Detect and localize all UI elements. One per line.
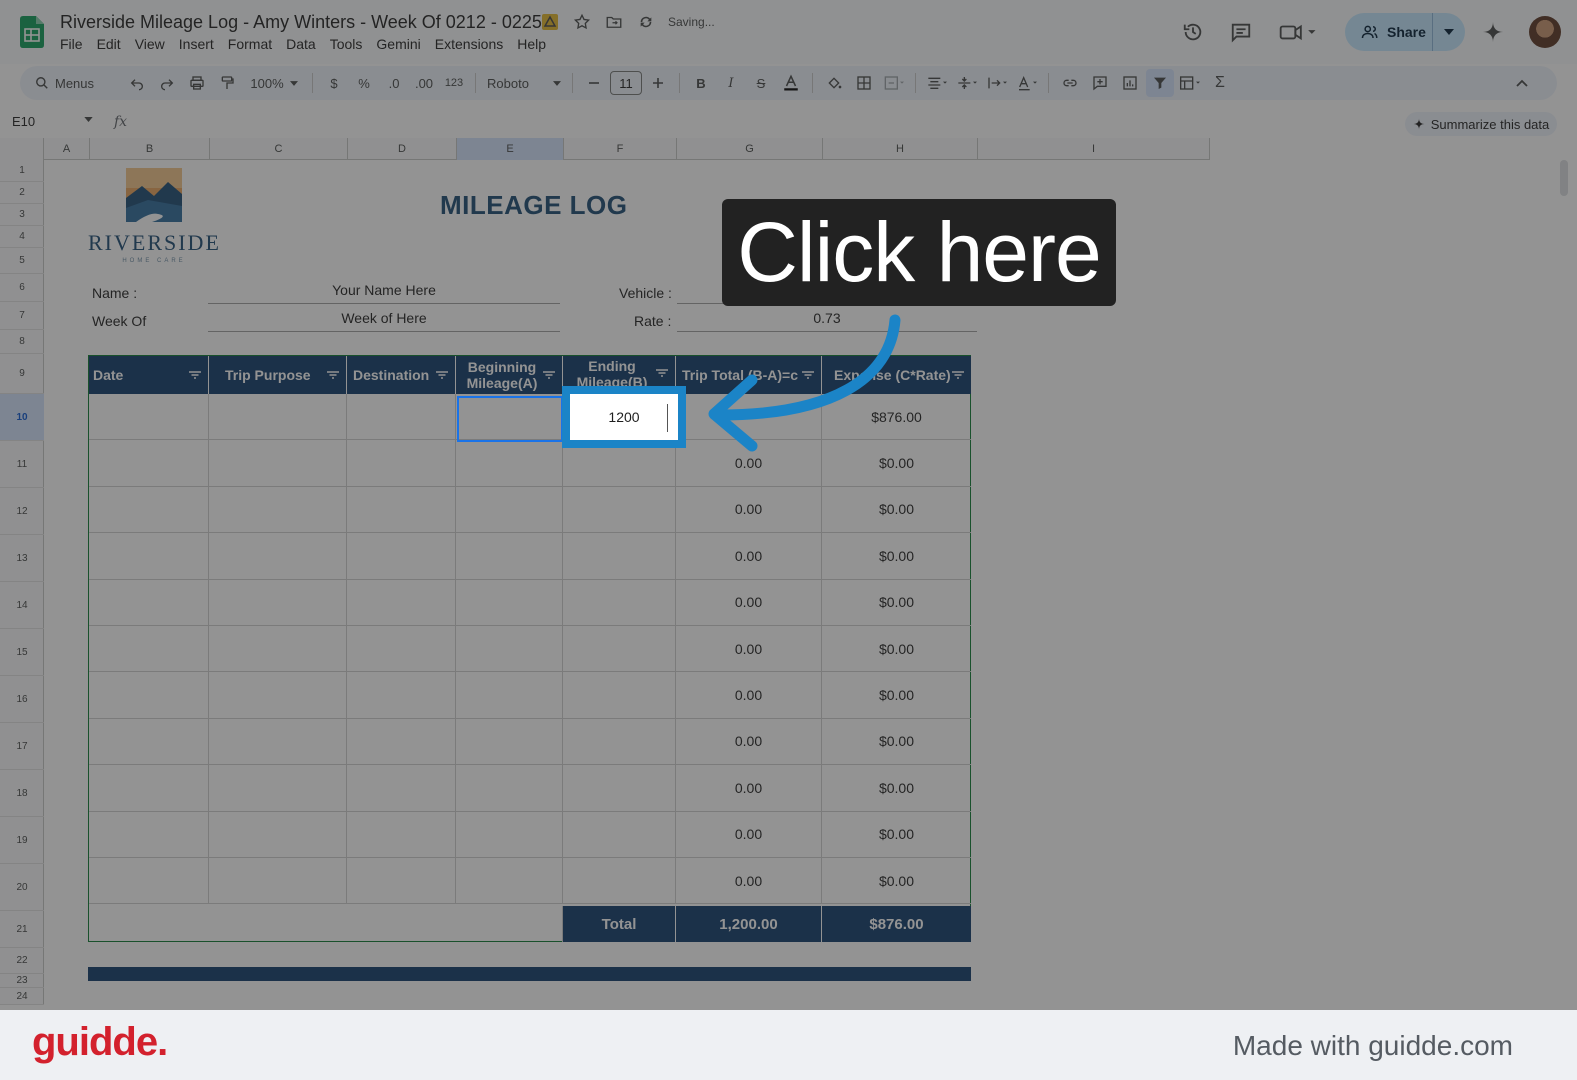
tutorial-dim-overlay [0, 0, 1577, 1010]
screenshot-stage: Riverside Mileage Log - Amy Winters - We… [0, 0, 1577, 1080]
guidde-footer: guidde. Made with guidde.com [0, 1010, 1577, 1080]
highlighted-cell[interactable]: 1200 [562, 386, 686, 448]
selected-cell-outline [457, 396, 563, 442]
text-caret [667, 404, 668, 432]
guidde-logo: guidde. [32, 1020, 168, 1064]
callout-text: Click here [737, 205, 1101, 299]
made-with-text: Made with guidde.com [1232, 1030, 1513, 1061]
cell-input-value: 1200 [608, 409, 640, 425]
click-here-callout: Click here [722, 199, 1116, 306]
pointer-arrow-icon [708, 314, 901, 452]
